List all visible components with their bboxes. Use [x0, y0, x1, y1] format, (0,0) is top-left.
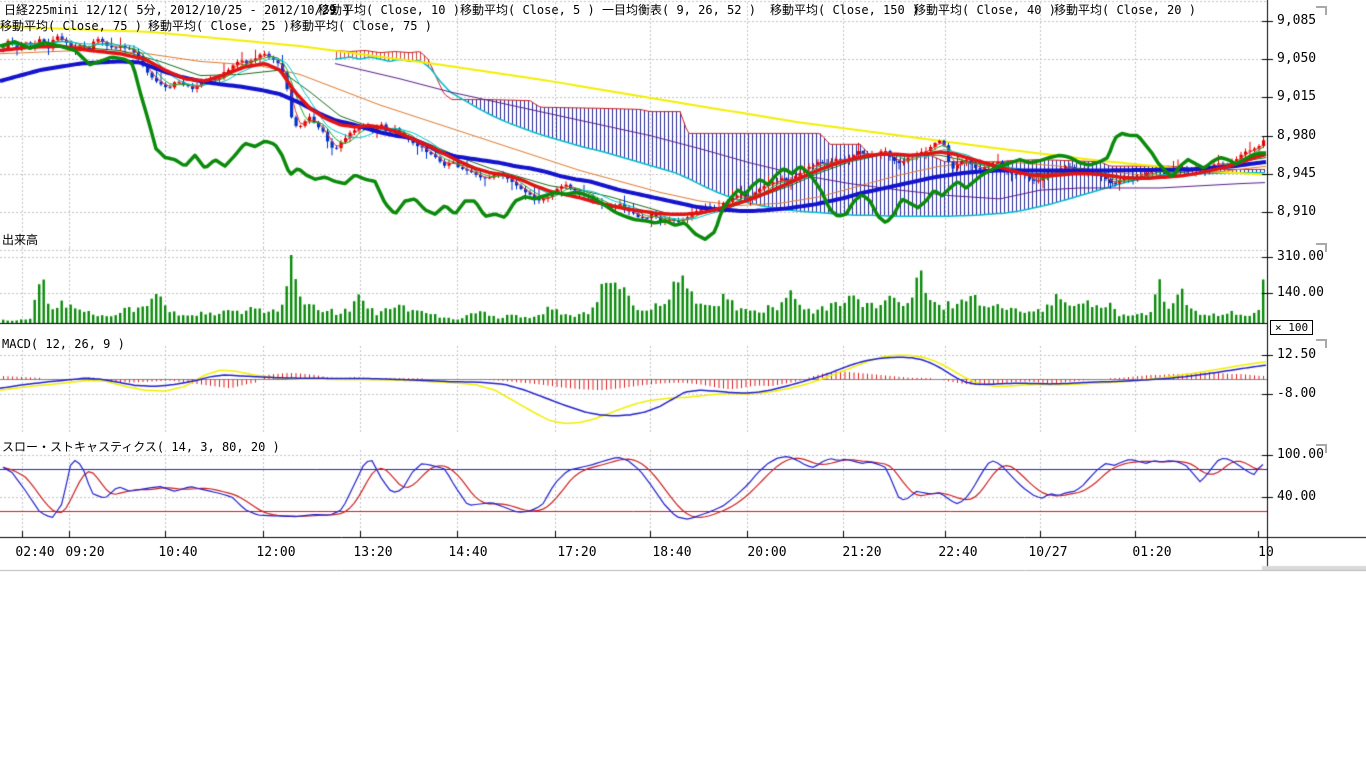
y-axis-label: 8,910 [1277, 205, 1316, 219]
y-axis-label: 9,085 [1277, 14, 1316, 28]
x-axis-label: 13:20 [350, 546, 396, 560]
chart-window: 日経225mini 12/12( 5分, 2012/10/25 - 2012/1… [0, 0, 1366, 768]
y-axis-label: 8,980 [1277, 129, 1316, 143]
y-axis-label: 140.00 [1277, 286, 1324, 300]
legend-item-ma20: 移動平均( Close, 20 ) [1054, 3, 1196, 17]
legend-item-ma150: 移動平均( Close, 150 ) [770, 3, 919, 17]
volume-unit-badge: × 100 [1270, 320, 1313, 335]
volume-panel-label: 出来高 [2, 233, 38, 247]
y-axis-label: 12.50 [1277, 348, 1316, 362]
y-axis-label: 40.00 [1277, 490, 1316, 504]
x-axis-label: 20:00 [744, 546, 790, 560]
y-axis-label: 9,050 [1277, 52, 1316, 66]
x-axis-label: 17:20 [554, 546, 600, 560]
stoch-panel-scale-handle[interactable] [1316, 444, 1327, 453]
legend-item-ma40: 移動平均( Close, 40 ) [914, 3, 1056, 17]
x-axis-label: 21:20 [839, 546, 885, 560]
legend-item-ma75b: 移動平均( Close, 75 ) [290, 19, 432, 33]
y-axis-label: 310.00 [1277, 250, 1324, 264]
y-axis-label: 9,015 [1277, 90, 1316, 104]
legend-item-ichimoku: 一目均衡表( 9, 26, 52 ) [602, 3, 756, 17]
legend-item-ma75a: 移動平均( Close, 75 ) [0, 19, 142, 33]
macd-panel-scale-handle[interactable] [1316, 339, 1327, 348]
x-axis-label: 09:20 [62, 546, 108, 560]
legend-item-ma5: 移動平均( Close, 5 ) [460, 3, 595, 17]
x-axis-label: 10/27 [1025, 546, 1071, 560]
macd-panel-label: MACD( 12, 26, 9 ) [2, 337, 125, 351]
price-panel-scale-handle[interactable] [1316, 6, 1327, 15]
x-axis-label: 18:40 [649, 546, 695, 560]
x-axis-label: 02:40 [12, 546, 58, 560]
x-axis-label: 01:20 [1129, 546, 1175, 560]
x-axis-label: 14:40 [445, 546, 491, 560]
legend-item-ma10: 移動平均( Close, 10 ) [318, 3, 460, 17]
x-axis-label: 10 [1243, 546, 1289, 560]
instrument-title: 日経225mini 12/12( 5分, 2012/10/25 - 2012/1… [4, 3, 351, 17]
chart-canvas[interactable] [0, 0, 1366, 768]
stochastics-panel-label: スロー・ストキャスティクス( 14, 3, 80, 20 ) [2, 440, 280, 454]
x-axis-label: 10:40 [155, 546, 201, 560]
volume-panel-scale-handle[interactable] [1316, 243, 1327, 252]
legend-item-ma25: 移動平均( Close, 25 ) [148, 19, 290, 33]
x-axis-label: 12:00 [253, 546, 299, 560]
y-axis-label: 8,945 [1277, 167, 1316, 181]
x-axis-label: 22:40 [935, 546, 981, 560]
y-axis-label: -8.00 [1277, 387, 1316, 401]
